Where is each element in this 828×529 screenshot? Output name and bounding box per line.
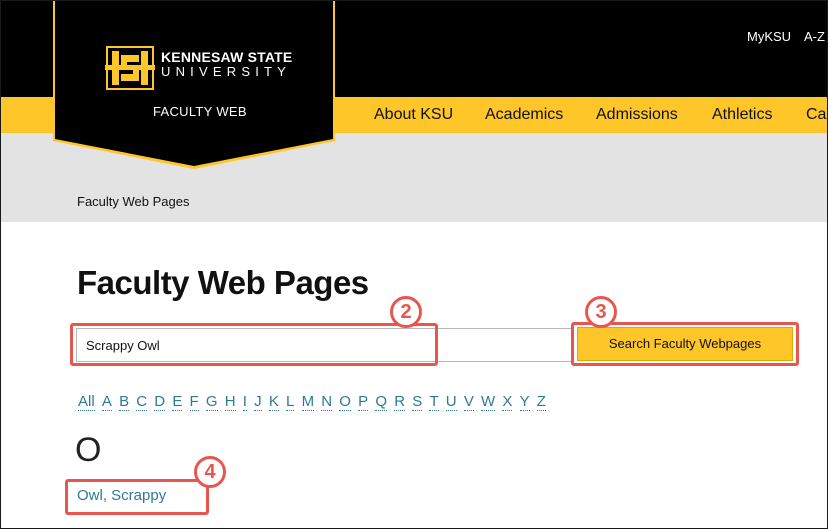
browser-frame: MyKSU A-Z About KSU Academics Admissions… xyxy=(0,0,828,529)
alpha-link-d[interactable]: D xyxy=(154,393,166,411)
alpha-link-f[interactable]: F xyxy=(189,393,199,411)
ksu-logo-icon xyxy=(105,46,155,90)
alpha-link-s[interactable]: S xyxy=(412,393,423,411)
alpha-link-n[interactable]: N xyxy=(321,393,333,411)
alpha-link-c[interactable]: C xyxy=(136,393,148,411)
alpha-link-l[interactable]: L xyxy=(286,393,295,411)
site-name: FACULTY WEB xyxy=(153,104,247,119)
alpha-link-h[interactable]: H xyxy=(224,393,236,411)
alpha-link-t[interactable]: T xyxy=(429,393,439,411)
alpha-link-o[interactable]: O xyxy=(339,393,351,411)
nav-item-about-ksu[interactable]: About KSU xyxy=(374,106,453,124)
annotation-badge-4: 4 xyxy=(194,456,226,488)
nav-item-academics[interactable]: Academics xyxy=(485,106,563,124)
alpha-link-u[interactable]: U xyxy=(445,393,457,411)
alpha-link-j[interactable]: J xyxy=(254,393,262,411)
nav-item-campus[interactable]: Ca xyxy=(806,106,826,124)
annotation-box-search-button xyxy=(571,322,799,366)
logo-wordmark-line1: KENNESAW STATE xyxy=(161,49,293,65)
alpha-link-g[interactable]: G xyxy=(205,393,218,411)
logo-wordmark-line2: UNIVERSITY xyxy=(161,64,292,79)
nav-item-athletics[interactable]: Athletics xyxy=(712,106,772,124)
logo-shield[interactable] xyxy=(53,1,335,171)
util-link-a-z[interactable]: A-Z xyxy=(804,29,825,44)
breadcrumb[interactable]: Faculty Web Pages xyxy=(77,194,189,209)
alpha-link-x[interactable]: X xyxy=(502,393,513,411)
util-link-myksu[interactable]: MyKSU xyxy=(747,29,791,44)
annotation-badge-2: 2 xyxy=(390,296,422,328)
annotation-box-result xyxy=(65,479,209,515)
annotation-box-search-field xyxy=(70,323,438,366)
alpha-link-b[interactable]: B xyxy=(119,393,130,411)
page-title: Faculty Web Pages xyxy=(77,264,369,301)
alpha-link-m[interactable]: M xyxy=(301,393,315,411)
section-letter-heading: O xyxy=(75,431,102,469)
alpha-link-a[interactable]: A xyxy=(101,393,112,411)
alpha-link-r[interactable]: R xyxy=(394,393,406,411)
alpha-link-k[interactable]: K xyxy=(268,393,279,411)
alpha-link-all[interactable]: All xyxy=(78,393,95,411)
alpha-link-q[interactable]: Q xyxy=(375,393,388,411)
annotation-badge-3: 3 xyxy=(585,296,617,328)
alpha-link-i[interactable]: I xyxy=(242,393,247,411)
alpha-link-y[interactable]: Y xyxy=(519,393,530,411)
alphabet-filter: All A B C D E F G H I J K L M N O P Q R S T U V W X Y Z xyxy=(78,393,553,411)
alpha-link-p[interactable]: P xyxy=(358,393,369,411)
alpha-link-z[interactable]: Z xyxy=(536,393,546,411)
nav-item-admissions[interactable]: Admissions xyxy=(596,106,678,124)
alpha-link-w[interactable]: W xyxy=(481,393,496,411)
alpha-link-e[interactable]: E xyxy=(172,393,183,411)
alpha-link-v[interactable]: V xyxy=(463,393,474,411)
